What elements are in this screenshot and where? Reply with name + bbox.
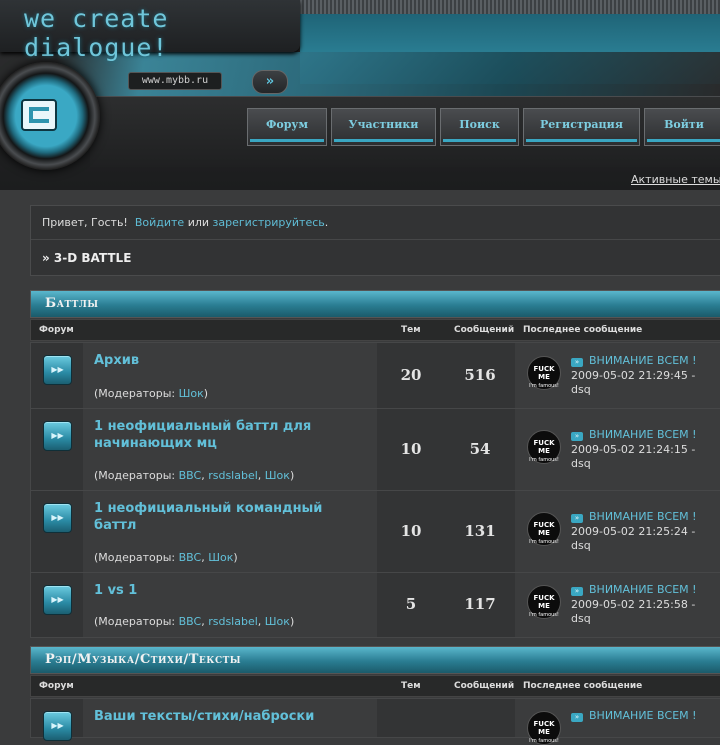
avatar[interactable]: FUCK ME I'm famous! <box>527 430 561 464</box>
forum-title[interactable]: 1 неофициальный баттл для начинающих мц <box>94 418 364 452</box>
forum-arrow-icon[interactable]: ▶▶ <box>43 503 72 533</box>
col-topics: Тем <box>401 325 421 335</box>
last-post-date: 2009-05-02 21:25:58 - <box>571 598 696 611</box>
col-topics: Тем <box>401 681 421 691</box>
login-link[interactable]: Войдите <box>135 216 184 229</box>
column-headers: Форум Тем Сообщений Последнее сообщение <box>30 319 720 341</box>
moderator-link[interactable]: Шок <box>179 387 204 400</box>
moderator-link[interactable]: rsdslabel <box>208 469 258 482</box>
slogan-bar: we create dialogue! <box>0 0 300 62</box>
forum-title[interactable]: 1 неофициальный командный баттл <box>94 500 364 534</box>
nav-forum[interactable]: Форум <box>247 108 327 146</box>
forum-moderators: (Модераторы: Шок) <box>94 387 209 400</box>
post-count: 117 <box>464 595 496 613</box>
last-post-link[interactable]: » ВНИМАНИЕ ВСЕМ ! <box>571 428 697 441</box>
last-post-link[interactable]: » ВНИМАНИЕ ВСЕМ ! <box>571 510 697 523</box>
topic-count: 10 <box>400 440 422 458</box>
welcome-box: Привет, Гость! Войдите или зарегистрируй… <box>30 205 720 276</box>
avatar[interactable]: FUCK ME I'm famous! <box>527 585 561 619</box>
avatar[interactable]: FUCK ME I'm famous! <box>527 512 561 546</box>
last-post-link[interactable]: » ВНИМАНИЕ ВСЕМ ! <box>571 709 697 722</box>
forum-arrow-icon[interactable]: ▶▶ <box>43 355 72 385</box>
breadcrumb[interactable]: » 3-D BATTLE <box>42 251 131 265</box>
moderator-link[interactable]: Шок <box>265 615 290 628</box>
double-chevron-icon: » <box>571 432 583 441</box>
moderator-link[interactable]: Шок <box>265 469 290 482</box>
header-top-strip <box>300 0 720 14</box>
double-chevron-icon[interactable]: » <box>252 70 288 94</box>
col-posts: Сообщений <box>454 325 515 335</box>
last-post-link[interactable]: » ВНИМАНИЕ ВСЕМ ! <box>571 354 697 367</box>
forum-moderators: (Модераторы: BBC, rsdslabel, Шок) <box>94 615 295 628</box>
last-post-date: 2009-05-02 21:29:45 - <box>571 369 696 382</box>
topic-count: 5 <box>405 595 417 613</box>
forum-row: ▶▶ 1 неофициальный командный баттл (Моде… <box>30 490 720 573</box>
site-slogan: we create dialogue! <box>24 4 169 62</box>
topic-count: 10 <box>400 522 422 540</box>
forum-title[interactable]: 1 vs 1 <box>94 582 364 599</box>
forum-arrow-icon[interactable]: ▶▶ <box>43 585 72 615</box>
forum-title[interactable]: Ваши тексты/стихи/наброски <box>94 708 364 725</box>
last-post-date: 2009-05-02 21:25:24 - <box>571 525 696 538</box>
col-last: Последнее сообщение <box>523 325 643 335</box>
category-header[interactable]: Рэп/Музыка/Стихи/Тексты <box>30 646 720 674</box>
post-count: 131 <box>464 522 496 540</box>
last-post-date: 2009-05-02 21:24:15 - <box>571 443 696 456</box>
category-title: Рэп/Музыка/Стихи/Тексты <box>45 652 242 667</box>
nav-login[interactable]: Войти <box>644 108 720 146</box>
category-header[interactable]: Баттлы <box>30 290 720 318</box>
site-url[interactable]: www.mybb.ru <box>128 72 222 90</box>
logo-icon <box>21 99 57 131</box>
double-chevron-icon: » <box>571 587 583 596</box>
moderator-link[interactable]: BBC <box>179 615 202 628</box>
greeting-line: Привет, Гость! Войдите или зарегистрируй… <box>42 216 328 229</box>
forum-row: ▶▶ Архив (Модераторы: Шок) 20 516 FUCK M… <box>30 342 720 409</box>
forum-arrow-icon[interactable]: ▶▶ <box>43 711 72 741</box>
active-topics-link[interactable]: Активные темы <box>631 173 720 186</box>
post-count: 516 <box>464 366 496 384</box>
site-header: we create dialogue! www.mybb.ru » Форум … <box>0 0 720 190</box>
or-text: или <box>187 216 210 229</box>
last-post-user: dsq <box>571 539 591 552</box>
nav-members[interactable]: Участники <box>331 108 436 146</box>
col-last: Последнее сообщение <box>523 681 643 691</box>
moderator-link[interactable]: rsdslabel <box>208 615 258 628</box>
forum-title[interactable]: Архив <box>94 352 364 369</box>
divider <box>31 239 720 240</box>
post-count: 54 <box>469 440 491 458</box>
forum-moderators: (Модераторы: BBC, Шок) <box>94 551 238 564</box>
moderator-link[interactable]: BBC <box>179 551 202 564</box>
col-forum: Форум <box>39 325 74 335</box>
category-title: Баттлы <box>45 296 99 311</box>
last-post-user: dsq <box>571 612 591 625</box>
moderator-link[interactable]: Шок <box>208 551 233 564</box>
col-forum: Форум <box>39 681 74 691</box>
double-chevron-icon: » <box>571 713 583 722</box>
period-text: . <box>324 216 329 229</box>
double-chevron-icon: » <box>571 514 583 523</box>
last-post-user: dsq <box>571 383 591 396</box>
nav-register[interactable]: Регистрация <box>523 108 640 146</box>
register-link[interactable]: зарегистрируйтесь <box>213 216 325 229</box>
avatar[interactable]: FUCK ME I'm famous! <box>527 711 561 745</box>
column-headers: Форум Тем Сообщений Последнее сообщение <box>30 675 720 697</box>
nav-search[interactable]: Поиск <box>440 108 519 146</box>
last-post-link[interactable]: » ВНИМАНИЕ ВСЕМ ! <box>571 583 697 596</box>
double-chevron-icon: » <box>571 358 583 367</box>
greeting-text: Привет, Гость! <box>42 216 128 229</box>
forum-row: ▶▶ 1 vs 1 (Модераторы: BBC, rsdslabel, Ш… <box>30 572 720 638</box>
forum-row: ▶▶ 1 неофициальный баттл для начинающих … <box>30 408 720 491</box>
moderator-link[interactable]: BBC <box>179 469 202 482</box>
forum-moderators: (Модераторы: BBC, rsdslabel, Шок) <box>94 469 295 482</box>
avatar[interactable]: FUCK ME I'm famous! <box>527 356 561 390</box>
forum-row: ▶▶ Ваши тексты/стихи/наброски FUCK ME I'm… <box>30 698 720 745</box>
forum-arrow-icon[interactable]: ▶▶ <box>43 421 72 451</box>
last-post-user: dsq <box>571 457 591 470</box>
topic-count: 20 <box>400 366 422 384</box>
col-posts: Сообщений <box>454 681 515 691</box>
